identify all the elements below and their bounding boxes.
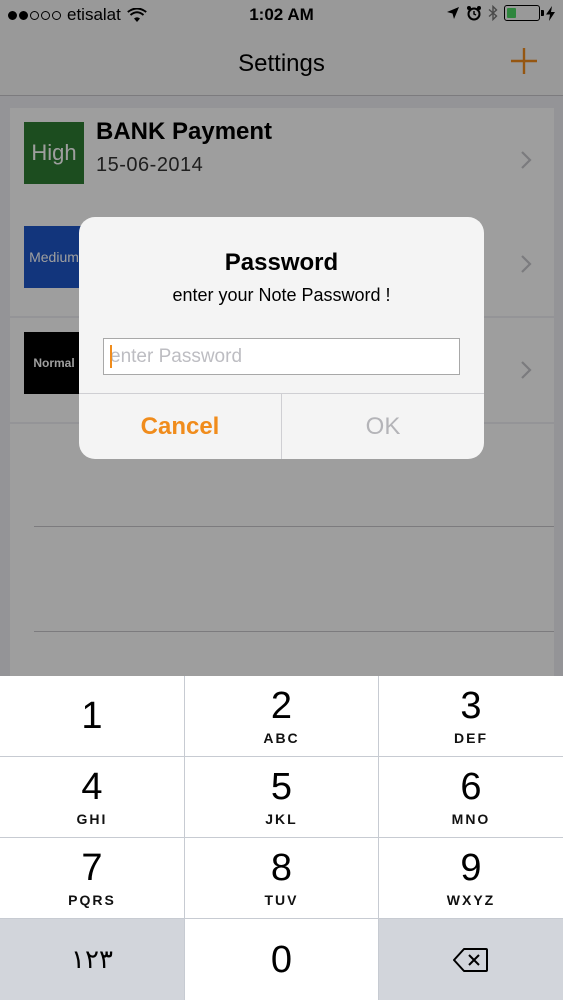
alert-buttons: Cancel OK [79, 393, 484, 459]
key-9[interactable]: 9 WXYZ [379, 838, 563, 918]
backspace-icon [453, 947, 488, 972]
password-alert: Password enter your Note Password ! Canc… [79, 217, 484, 459]
key-digit: 6 [460, 766, 482, 808]
key-letters: GHI [76, 811, 108, 827]
key-digit: 8 [270, 847, 293, 889]
alert-message: enter your Note Password ! [172, 285, 391, 305]
numeric-keypad: 1 2 ABC 3 DEF 4 GHI 5 JKL 6 MNO 7 PQRS 8… [0, 676, 563, 1000]
key-0[interactable]: 0 [185, 919, 378, 1000]
cancel-button[interactable]: Cancel [79, 394, 282, 459]
key-label: ١٢٣ [71, 944, 113, 974]
key-digit: 3 [460, 685, 482, 727]
key-digit: 5 [270, 766, 293, 808]
key-digit: 0 [270, 938, 293, 981]
key-letters: WXYZ [446, 892, 496, 908]
key-2[interactable]: 2 ABC [185, 676, 378, 756]
key-6[interactable]: 6 MNO [379, 757, 563, 837]
key-7[interactable]: 7 PQRS [0, 838, 184, 918]
key-letters: TUV [264, 892, 299, 908]
key-letters: PQRS [68, 892, 116, 908]
password-input[interactable] [103, 338, 460, 375]
key-8[interactable]: 8 TUV [185, 838, 378, 918]
key-letters: ABC [263, 730, 300, 746]
key-5[interactable]: 5 JKL [185, 757, 378, 837]
key-1[interactable]: 1 [0, 676, 184, 756]
numeral-switch-key[interactable]: ١٢٣ [0, 919, 184, 1000]
alert-title: Password [224, 249, 339, 276]
key-digit: 9 [460, 847, 482, 889]
key-digit: 4 [81, 766, 103, 808]
key-digit: 1 [81, 695, 103, 737]
key-3[interactable]: 3 DEF [379, 676, 563, 756]
key-letters: DEF [454, 730, 488, 746]
text-caret [110, 345, 112, 368]
key-4[interactable]: 4 GHI [0, 757, 184, 837]
key-digit: 7 [81, 847, 103, 889]
delete-key[interactable] [379, 919, 563, 1000]
notes-app: etisalat 1:02 AM Settings High BANK Paym… [0, 0, 563, 694]
key-digit: 2 [270, 685, 293, 727]
key-letters: MNO [451, 811, 491, 827]
ok-button[interactable]: OK [282, 394, 484, 459]
key-letters: JKL [265, 811, 298, 827]
